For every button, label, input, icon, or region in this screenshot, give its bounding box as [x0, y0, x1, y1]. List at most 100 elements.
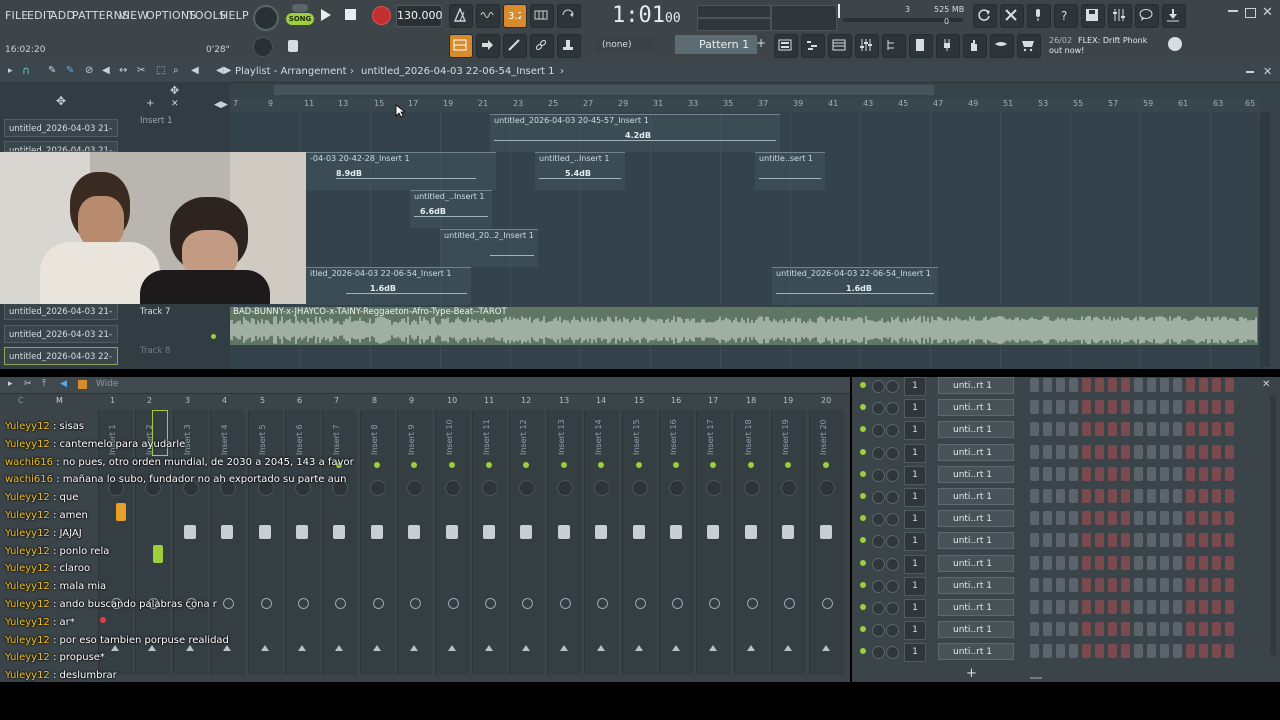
step-button[interactable] — [1134, 400, 1143, 415]
step-button[interactable] — [1095, 511, 1104, 526]
mixer-color-icon[interactable] — [78, 380, 87, 389]
channel-mixer-track[interactable]: 1 — [904, 443, 926, 463]
step-button[interactable] — [1030, 378, 1039, 392]
channel-knob[interactable] — [872, 380, 885, 393]
slice-tool-icon[interactable]: ✂ — [137, 65, 145, 76]
step-button[interactable] — [1199, 444, 1208, 459]
audio-clip[interactable]: untitle..sert 1 — [755, 152, 825, 190]
magnet-icon[interactable]: ∩ — [22, 64, 30, 77]
step-button[interactable] — [1225, 400, 1234, 415]
loop-record-button[interactable] — [557, 4, 581, 28]
channel-mute-led[interactable] — [860, 470, 866, 477]
step-button[interactable] — [1199, 533, 1208, 548]
step-button[interactable] — [1134, 622, 1143, 637]
delete-tool-icon[interactable]: ⊘ — [85, 65, 93, 76]
channel-mixer-track[interactable]: 1 — [904, 465, 926, 485]
mute-tool-icon[interactable]: ◀ — [102, 65, 110, 76]
step-button[interactable] — [1173, 622, 1182, 637]
step-button[interactable] — [1043, 489, 1052, 503]
pattern-item[interactable]: untitled_2026-04-03 21- — [4, 119, 118, 137]
master-pitch-slider[interactable] — [288, 40, 448, 52]
channel-mixer-track[interactable]: 1 — [904, 421, 926, 441]
step-button[interactable] — [1199, 378, 1208, 392]
channel-knob[interactable] — [872, 579, 885, 593]
channel-mute-led[interactable] — [860, 537, 866, 544]
step-button[interactable] — [1095, 444, 1104, 459]
channel-knob[interactable] — [872, 513, 885, 527]
step-button[interactable] — [1225, 444, 1234, 459]
remove-track-icon[interactable]: ✕ — [171, 99, 179, 109]
mixer-send-knob[interactable] — [560, 598, 571, 609]
step-button[interactable] — [1160, 577, 1169, 592]
step-button[interactable] — [1095, 378, 1104, 392]
channel-mute-led[interactable] — [860, 493, 866, 499]
mixer-volume-fader[interactable] — [184, 525, 196, 539]
mixer-volume-fader[interactable] — [408, 525, 420, 539]
step-button[interactable] — [1082, 378, 1091, 392]
step-button[interactable] — [1030, 511, 1039, 526]
step-button[interactable] — [1173, 466, 1182, 481]
step-button[interactable] — [1186, 577, 1195, 592]
pattern-item-selected[interactable]: untitled_2026-04-03 22- — [4, 347, 118, 365]
mixer-volume-fader[interactable] — [558, 525, 570, 539]
step-button[interactable] — [1186, 489, 1195, 503]
mixer-route-arrow-icon[interactable] — [373, 645, 381, 651]
step-button[interactable] — [1160, 622, 1169, 637]
channel-name-button[interactable]: unti..rt 1 — [938, 576, 1014, 594]
playlist-close-icon[interactable]: ✕ — [1263, 65, 1272, 78]
channel-knob[interactable] — [886, 557, 899, 571]
step-button[interactable] — [1134, 422, 1143, 437]
step-button[interactable] — [1147, 489, 1156, 503]
step-button[interactable] — [1212, 555, 1221, 570]
step-button[interactable] — [1134, 466, 1143, 481]
channel-name-button[interactable]: unti..rt 1 — [938, 554, 1014, 572]
channel-row[interactable]: 1 unti..rt 1 — [852, 443, 1272, 463]
step-button[interactable] — [1160, 466, 1169, 481]
step-button[interactable] — [1173, 644, 1182, 659]
step-button[interactable] — [1186, 466, 1195, 481]
step-button[interactable] — [1225, 644, 1234, 659]
chat-button[interactable] — [1135, 4, 1159, 28]
step-button[interactable] — [1030, 644, 1039, 659]
channel-name-button[interactable]: unti..rt 1 — [938, 443, 1014, 461]
add-pattern-icon[interactable]: + — [756, 36, 766, 50]
marketplace-button[interactable] — [1017, 34, 1041, 58]
channel-row[interactable]: 1 unti..rt 1 — [852, 531, 1272, 552]
step-button[interactable] — [1186, 533, 1195, 548]
step-button[interactable] — [1173, 533, 1182, 548]
step-button[interactable] — [1095, 533, 1104, 548]
record-arm-led[interactable] — [100, 617, 106, 623]
paint-tool-icon[interactable]: ✎ — [66, 65, 74, 76]
step-button[interactable] — [1147, 555, 1156, 570]
step-button[interactable] — [1212, 422, 1221, 437]
step-button[interactable] — [1199, 577, 1208, 592]
channel-knob[interactable] — [886, 402, 899, 416]
step-button[interactable] — [1069, 555, 1078, 570]
channel-name-button[interactable]: unti..rt 1 — [938, 599, 1014, 616]
step-button[interactable] — [1147, 511, 1156, 526]
mixer-route-arrow-icon[interactable] — [784, 645, 792, 651]
step-button[interactable] — [1030, 600, 1039, 614]
step-button[interactable] — [1134, 555, 1143, 570]
channel-mute-led[interactable] — [860, 515, 866, 522]
channel-knob[interactable] — [872, 468, 885, 482]
channel-knob[interactable] — [886, 424, 899, 438]
channel-mute-led[interactable] — [860, 382, 866, 388]
view-playlist-button[interactable] — [449, 34, 473, 58]
presets-button[interactable] — [990, 34, 1014, 58]
maximize-icon[interactable] — [1245, 8, 1256, 18]
step-button[interactable] — [1069, 622, 1078, 637]
channel-knob[interactable] — [886, 513, 899, 527]
mixer-insert-led[interactable] — [561, 462, 567, 468]
minimize-icon[interactable] — [1228, 10, 1238, 12]
mixer-pan-knob[interactable] — [445, 480, 461, 496]
mixer-volume-fader[interactable] — [259, 525, 271, 539]
mixer-volume-fader[interactable] — [483, 525, 495, 539]
channel-row[interactable]: 1 unti..rt 1 — [852, 398, 1272, 419]
step-button[interactable] — [1160, 511, 1169, 526]
step-button[interactable] — [1056, 577, 1065, 592]
wait-for-input-button[interactable] — [476, 4, 500, 28]
mixer-button[interactable] — [855, 34, 879, 58]
step-button[interactable] — [1069, 378, 1078, 392]
mixer-pan-knob[interactable] — [407, 480, 423, 496]
